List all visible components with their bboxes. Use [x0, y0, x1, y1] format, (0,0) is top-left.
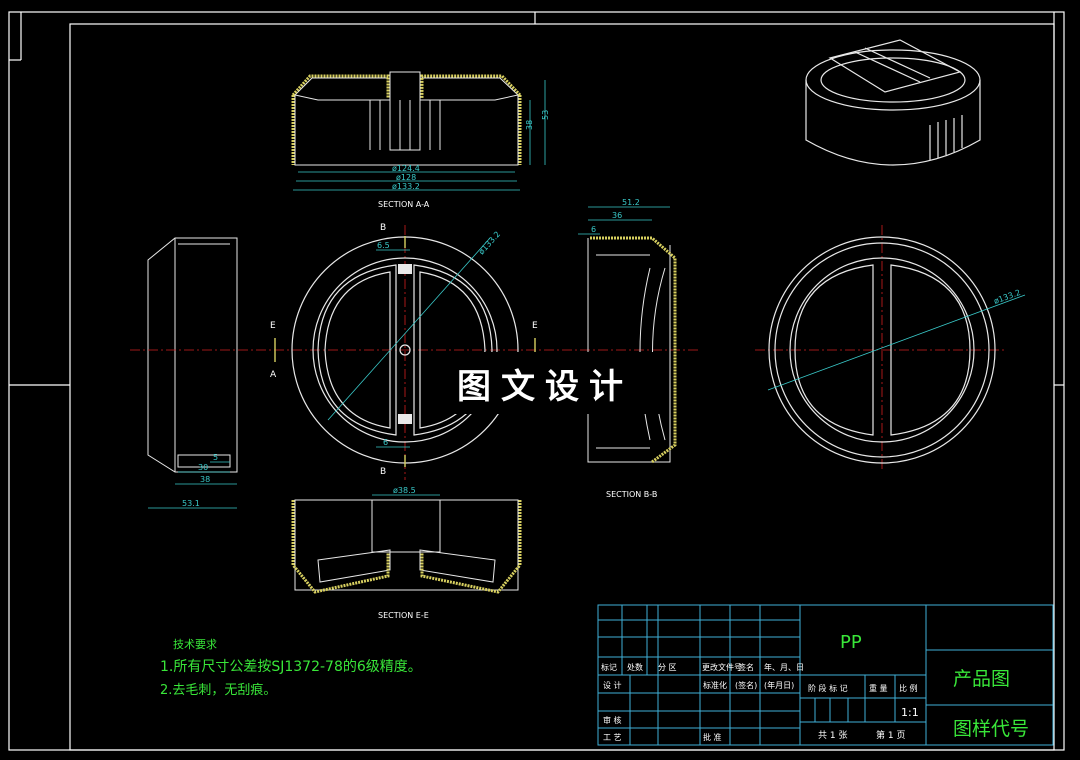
- dim-aa-128: ø128: [396, 173, 416, 182]
- dim-side-38: 38: [200, 475, 210, 484]
- right-view: ø133.2: [755, 225, 1026, 470]
- hdr-zone: 分 区: [658, 663, 677, 672]
- title-block-scale: 1:1: [901, 706, 919, 719]
- title-block: PP 产品图 图样代号 1:1 标记 处数 分 区 更改文件号 签名 年、月、日…: [597, 604, 1054, 746]
- section-ee-view: ø38.5 SECTION E-E: [291, 486, 522, 620]
- hdr-count: 处数: [627, 662, 643, 672]
- dim-side-531: 53.1: [182, 499, 200, 508]
- sheet-number: 第 1 页: [876, 729, 905, 741]
- watermark-label: 图文设计: [425, 352, 665, 414]
- section-bb-view: 51.2 36 6 SECTION B-B: [578, 198, 677, 499]
- tech-requirement-2: 2.去毛刺，无刮痕。: [160, 682, 276, 698]
- section-aa-label: SECTION A-A: [378, 200, 430, 209]
- title-block-drawing-code: 图样代号: [953, 718, 1029, 740]
- weight-label: 重 量: [869, 683, 888, 693]
- dim-bb-6: 6: [591, 225, 596, 234]
- dim-front-65: 6.5: [377, 241, 390, 250]
- hdr-change-doc: 更改文件号: [702, 662, 742, 672]
- row-review: 审 核: [603, 715, 622, 725]
- dim-side-5: 5: [213, 453, 218, 462]
- sheet-count: 共 1 张: [818, 730, 847, 741]
- stage-label: 阶 段 标 记: [808, 683, 848, 693]
- dim-aa-38: 38: [525, 120, 534, 130]
- title-block-title: 产品图: [953, 668, 1010, 690]
- hdr-date: 年、月、日: [764, 662, 804, 672]
- hdr-mark: 标记: [601, 662, 617, 672]
- section-bb-label: SECTION B-B: [606, 490, 657, 499]
- marker-e-left: E: [270, 321, 276, 331]
- row-design: 设 计: [603, 680, 622, 690]
- row-date-placeholder: (年月日): [764, 680, 794, 690]
- dim-front-6: 6: [383, 438, 388, 447]
- section-ee-label: SECTION E-E: [378, 611, 429, 620]
- title-block-material: PP: [840, 632, 862, 653]
- scale-label: 比 例: [899, 683, 918, 693]
- section-aa-view: ø124.4 ø128 ø133.2 38 53 SECTION A-A: [291, 71, 550, 209]
- dim-front-1332: ø133.2: [477, 230, 502, 257]
- tech-requirements-title: 技术要求: [173, 638, 217, 651]
- row-approve: 批 准: [703, 732, 722, 742]
- marker-e-right: E: [532, 321, 538, 331]
- dim-aa-53: 53: [541, 110, 550, 120]
- tech-requirements: 技术要求 1.所有尺寸公差按SJ1372-78的6级精度。 2.去毛刺，无刮痕。: [160, 638, 422, 698]
- row-process: 工 艺: [603, 733, 622, 742]
- marker-b-bottom: B: [380, 467, 386, 477]
- marker-b-top: B: [380, 223, 386, 233]
- marker-a-left: A: [270, 370, 277, 380]
- tech-requirement-1: 1.所有尺寸公差按SJ1372-78的6级精度。: [160, 659, 422, 675]
- dim-aa-1244: ø124.4: [392, 164, 420, 173]
- dim-bb-512: 51.2: [622, 198, 640, 207]
- dim-aa-1332: ø133.2: [392, 182, 420, 191]
- dim-right-1332: ø133.2: [993, 288, 1022, 306]
- side-view: 5 30 38 53.1: [147, 237, 238, 509]
- hdr-sign: 签名: [738, 662, 754, 672]
- dim-ee-385: ø38.5: [393, 486, 416, 495]
- isometric-3d-view: [805, 39, 981, 166]
- row-sign-placeholder: (签名): [735, 680, 757, 690]
- dim-bb-36: 36: [612, 211, 622, 220]
- dim-side-30: 30: [198, 463, 208, 472]
- row-standard: 标准化: [703, 680, 727, 690]
